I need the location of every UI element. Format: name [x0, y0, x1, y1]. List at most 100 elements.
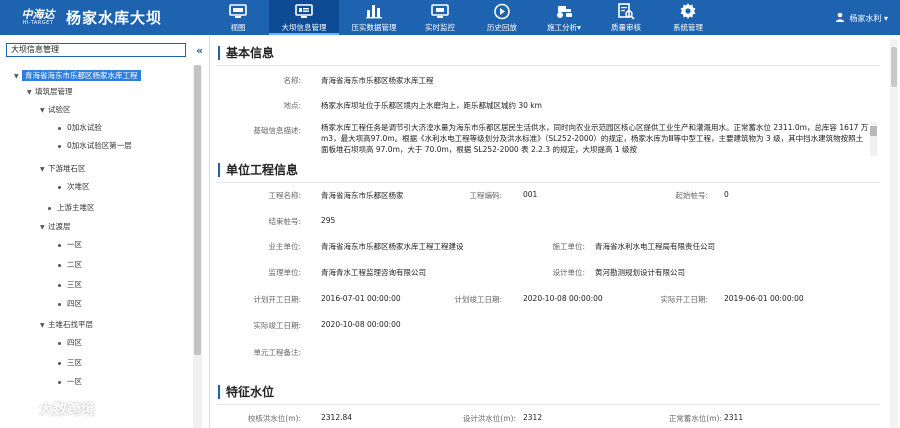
bullet-icon: [58, 263, 61, 267]
nav-quality-review[interactable]: 质量审核: [595, 0, 657, 35]
section-title-basic: 基本信息: [218, 46, 274, 60]
project-name-value: 青海省海东市乐都区杨家: [321, 191, 404, 200]
expand-toggle-icon[interactable]: ▼: [40, 319, 48, 333]
actual-end-value: 2020-10-08 00:00:00: [321, 320, 401, 329]
tree-node[interactable]: 四区: [58, 336, 82, 350]
supervision-unit-value: 青海青水工程监理咨询有限公司: [321, 268, 426, 277]
user-name: 杨家水利 ▾: [849, 13, 888, 23]
watermark-text: 大数跨境: [39, 402, 95, 418]
bullet-icon: [58, 341, 61, 345]
company-logo: 中海达 HI-TARGET: [21, 8, 55, 26]
nav-history-playback[interactable]: 历史回放: [471, 0, 533, 35]
supervision-unit-label: 监理单位:: [268, 268, 301, 277]
nav-system-admin[interactable]: 系统管理: [657, 0, 719, 35]
tree-node[interactable]: 0加水试验区第一层: [58, 139, 132, 153]
top-navigation-bar: 中海达 HI-TARGET 杨家水库大坝 视图 大坝信息管理 压实数据管理 实时…: [0, 0, 900, 35]
tree-node[interactable]: 四区: [58, 297, 82, 311]
nav-construction-analysis[interactable]: 施工分析▾: [533, 0, 595, 35]
check-flood-level-value: 2312.84: [321, 413, 353, 422]
description-label: 基础信息描述:: [253, 126, 301, 135]
planned-end-value: 2020-10-08 00:00:00: [523, 294, 603, 303]
tree-node[interactable]: ▼ 主堆石找平层: [40, 318, 93, 332]
content-scrollbar[interactable]: [890, 39, 898, 428]
end-station-label: 结束桩号:: [268, 217, 301, 226]
expand-toggle-icon[interactable]: ▼: [27, 86, 35, 100]
bullet-icon: [58, 185, 61, 189]
user-icon: [835, 12, 845, 24]
expand-toggle-icon[interactable]: ▼: [40, 163, 48, 177]
sidebar-scrollbar-thumb[interactable]: [194, 65, 201, 355]
unit-remark-label: 单元工程备注:: [253, 348, 301, 357]
tree-node[interactable]: 次堆区: [58, 180, 90, 194]
tree-node[interactable]: 上游主堆区: [48, 201, 95, 215]
start-station-label: 起始桩号:: [675, 191, 708, 200]
bullet-icon: [58, 361, 61, 365]
tree-node[interactable]: 一区: [58, 238, 82, 252]
expand-toggle-icon[interactable]: ▼: [40, 221, 48, 235]
nav-view[interactable]: 视图: [207, 0, 269, 35]
bullet-icon: [58, 243, 61, 247]
normal-water-level-label: 正常蓄水位(m):: [668, 414, 722, 423]
end-station-value: 295: [321, 216, 336, 225]
expand-toggle-icon[interactable]: ▼: [14, 70, 22, 84]
design-unit-label: 设计单位:: [552, 268, 585, 277]
section-title-unit: 单位工程信息: [218, 163, 298, 177]
tree-node[interactable]: ▼ 过渡层: [40, 220, 71, 234]
tree-node[interactable]: 三区: [58, 356, 82, 370]
document-search-icon: [615, 1, 637, 21]
bullet-icon: [58, 126, 61, 130]
check-flood-level-label: 校核洪水位(m):: [247, 414, 301, 423]
description-scrollbar[interactable]: [870, 122, 877, 156]
tree-node[interactable]: ▼ 青海省海东市乐都区杨家水库工程: [14, 69, 141, 83]
divider: [216, 182, 880, 183]
tree-node[interactable]: 一区: [58, 375, 82, 389]
tree-node[interactable]: ▼ 试验区: [40, 103, 71, 117]
nav-dam-info[interactable]: 大坝信息管理: [269, 0, 339, 35]
dam-tree: ▼ 青海省海东市乐都区杨家水库工程 ▼ 填筑层管理 ▼ 试验区 0加水试验 0加水试验…: [0, 65, 194, 428]
sidebar-scrollbar[interactable]: [193, 65, 202, 428]
planned-start-value: 2016-07-01 00:00:00: [321, 294, 401, 303]
location-value: 杨家水库坝址位于乐都区境内上水磨沟上，距乐都城区城约 30 km: [321, 101, 542, 110]
nav-realtime-monitor[interactable]: 实时监控: [409, 0, 471, 35]
monitor-icon: [227, 1, 249, 21]
description-text: 杨家水库工程任务是调节引大济湟水量为海东市乐都区居民生活供水，同时向农业示范园区…: [321, 123, 869, 154]
section-title-water-level: 特征水位: [218, 385, 274, 399]
content-scrollbar-thumb[interactable]: [891, 47, 897, 87]
project-code-label: 工程编码:: [469, 191, 502, 200]
tree-node[interactable]: ▼ 下游堆石区: [40, 162, 86, 176]
screen-info-icon: [293, 1, 315, 21]
sidebar: 大坝信息管理 « ▼ 青海省海东市乐都区杨家水库工程 ▼ 填筑层管理 ▼ 试验区 0加…: [0, 35, 210, 428]
name-label: 名称:: [283, 76, 301, 85]
divider: [216, 404, 880, 405]
construction-unit-label: 施工单位:: [552, 242, 585, 251]
sidebar-title: 大坝信息管理: [6, 43, 186, 57]
design-unit-value: 黄河勘测规划设计有限公司: [595, 268, 685, 277]
design-flood-level-label: 设计洪水位(m):: [462, 414, 516, 423]
main-content: 基本信息 名称: 青海省海东市乐都区杨家水库工程 地点: 杨家水库坝址位于乐都区…: [210, 35, 900, 428]
tree-node[interactable]: ▼ 填筑层管理: [27, 85, 73, 99]
brand: 中海达 HI-TARGET 杨家水库大坝: [16, 5, 162, 30]
bullet-icon: [58, 302, 61, 306]
user-menu[interactable]: 杨家水利 ▾: [835, 12, 888, 24]
location-label: 地点:: [283, 101, 301, 110]
nav-compaction-data[interactable]: 压实数据管理: [339, 0, 409, 35]
app-title: 杨家水库大坝: [66, 9, 163, 27]
bar-chart-icon: [363, 1, 385, 21]
expand-toggle-icon[interactable]: ▼: [40, 104, 48, 118]
planned-end-label: 计划竣工日期:: [454, 295, 502, 304]
design-flood-level-value: 2312: [523, 413, 543, 422]
tree-node[interactable]: 二区: [58, 258, 82, 272]
display-icon: [429, 1, 451, 21]
roller-icon: [553, 1, 575, 21]
bullet-icon: [58, 283, 61, 287]
owner-label: 业主单位:: [268, 242, 301, 251]
tree-node[interactable]: 0加水试验: [58, 121, 102, 135]
playback-icon: [491, 1, 513, 21]
normal-water-level-value: 2311: [724, 413, 744, 422]
description-scrollbar-thumb[interactable]: [870, 126, 877, 136]
collapse-sidebar-button[interactable]: «: [196, 44, 203, 57]
actual-end-label: 实际竣工日期:: [253, 321, 301, 330]
tree-node[interactable]: 三区: [58, 278, 82, 292]
project-code-value: 001: [523, 190, 538, 199]
actual-start-value: 2019-06-01 00:00:00: [724, 294, 804, 303]
